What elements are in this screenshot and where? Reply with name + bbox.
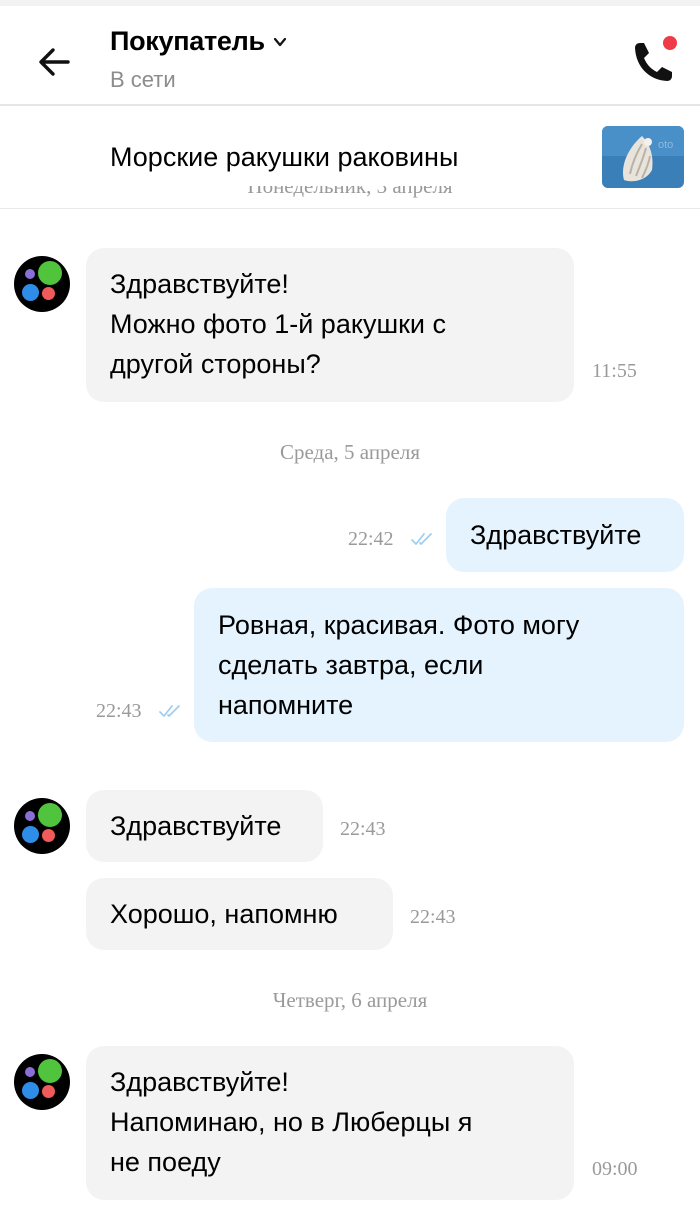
message-line: другой стороны?	[110, 349, 321, 379]
seashell-photo-icon: oto	[602, 126, 684, 188]
double-check-icon	[411, 533, 432, 545]
message-bubble-incoming[interactable]: Здравствуйте	[86, 790, 323, 862]
message-line: Хорошо, напомню	[110, 899, 338, 929]
message-time: 11:55	[592, 360, 637, 382]
day-separator: Четверг, 6 апреля	[272, 988, 428, 1012]
message-time: 22:42	[348, 528, 394, 550]
message-line: Здравствуйте	[110, 811, 282, 841]
message-line: Здравствуйте!	[110, 1067, 289, 1097]
message-bubble-incoming[interactable]: Здравствуйте! Можно фото 1-й ракушки с д…	[86, 248, 574, 402]
message-line: Можно фото 1-й ракушки с	[110, 309, 447, 339]
message-line: не поеду	[110, 1147, 221, 1177]
message-line: напомните	[218, 690, 354, 720]
chevron-down-icon	[273, 37, 286, 46]
message-line: сделать завтра, если	[218, 650, 484, 680]
message-time: 09:00	[592, 1158, 638, 1180]
message-time: 22:43	[410, 906, 456, 928]
product-title: Морские ракушки раковины	[110, 142, 459, 172]
double-check-icon	[159, 705, 180, 717]
message-line: Здравствуйте!	[110, 269, 289, 299]
message-bubble-outgoing[interactable]: Здравствуйте	[446, 498, 684, 572]
contact-name: Покупатель	[110, 26, 265, 56]
avatar[interactable]	[14, 798, 70, 854]
product-thumbnail[interactable]: oto	[602, 126, 684, 188]
message-time: 22:43	[340, 818, 386, 840]
chat-header: Покупатель В сети	[0, 6, 700, 104]
message-bubble-incoming[interactable]: Хорошо, напомню	[86, 878, 393, 950]
svg-text:oto: oto	[658, 139, 673, 151]
message-line: Здравствуйте	[470, 520, 642, 550]
message-line: Напоминаю, но в Люберцы я	[110, 1107, 473, 1137]
avatar[interactable]	[14, 1054, 70, 1110]
arrow-left-icon	[39, 48, 70, 76]
day-separator-cut: Понедельник, 3 апреля	[247, 186, 453, 198]
message-line: Ровная, красивая. Фото могу	[218, 610, 580, 640]
avatar[interactable]	[14, 256, 70, 312]
back-button[interactable]	[34, 42, 74, 82]
message-bubble-incoming[interactable]: Здравствуйте! Напоминаю, но в Люберцы я …	[86, 1046, 574, 1200]
call-badge	[663, 36, 677, 50]
online-status: В сети	[110, 67, 176, 92]
contact-info[interactable]: Покупатель В сети	[110, 26, 287, 93]
message-time: 22:43	[96, 700, 142, 722]
day-separator: Среда, 5 апреля	[279, 440, 421, 464]
message-bubble-outgoing[interactable]: Ровная, красивая. Фото могу сделать завт…	[194, 588, 684, 742]
